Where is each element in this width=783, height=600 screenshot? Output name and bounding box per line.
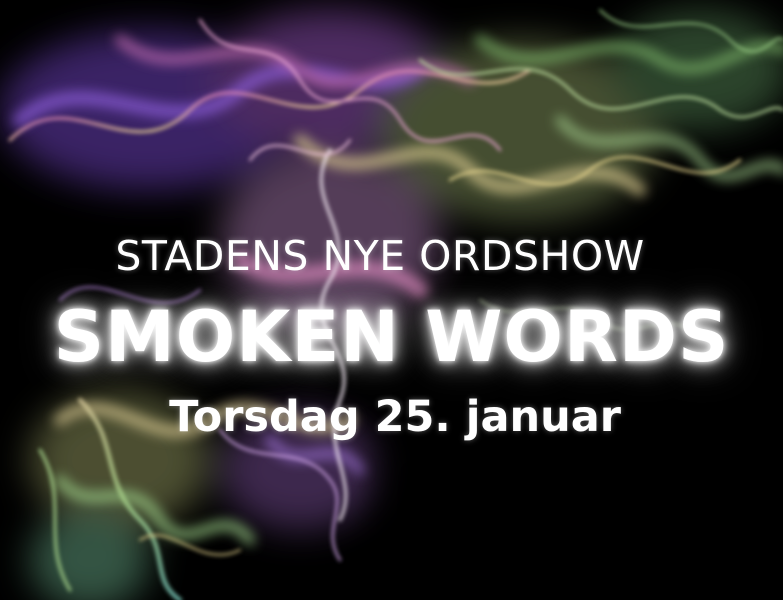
event-poster: STADENS NYE ORDSHOW SMOKEN WORDS Torsdag…	[0, 0, 783, 600]
event-date: Torsdag 25. januar	[169, 392, 621, 442]
event-title: SMOKEN WORDS	[53, 296, 730, 378]
event-subtitle: STADENS NYE ORDSHOW	[115, 232, 645, 280]
poster-text: STADENS NYE ORDSHOW SMOKEN WORDS Torsdag…	[0, 0, 783, 600]
